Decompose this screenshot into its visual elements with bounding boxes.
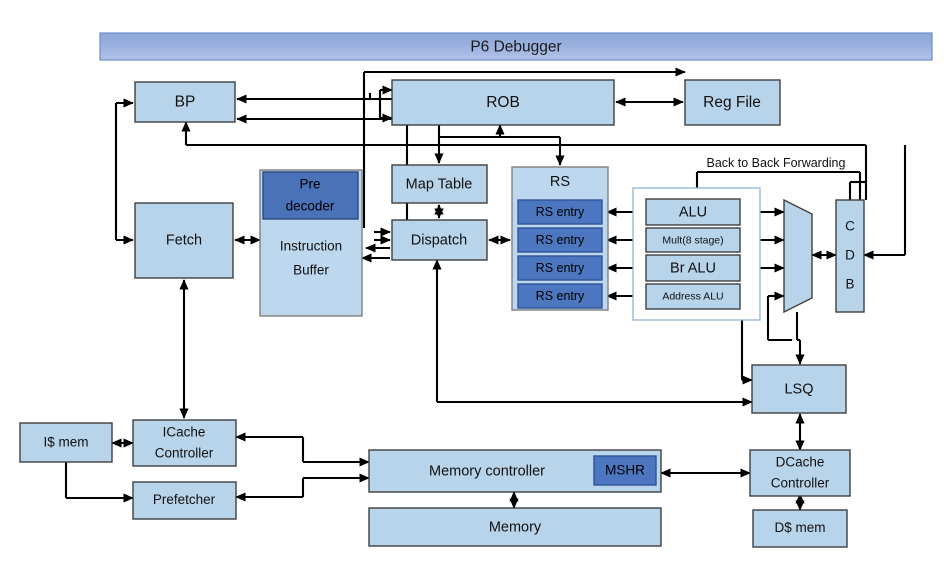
fu-mult-label: Mult(8 stage) (662, 234, 723, 246)
instruction-buffer-label-line2: Buffer (293, 263, 329, 278)
block-i-mem: I$ mem (19, 422, 113, 463)
i-mem-label: I$ mem (43, 435, 88, 450)
block-memory: Memory (368, 507, 662, 547)
block-reg-file: Reg File (684, 79, 781, 126)
block-dcache-controller: DCache Controller (749, 449, 851, 497)
cdb-letter-b: B (845, 277, 854, 292)
cdb-letter-d: D (845, 248, 855, 263)
block-fetch: Fetch (134, 202, 234, 279)
pre-decoder-label-line2: decoder (286, 199, 335, 214)
connector-prefetcher-memctrl (235, 473, 370, 502)
block-functional-units: ALU Mult(8 stage) Br ALU Address ALU (632, 187, 761, 321)
block-pre-decoder: Pre decoder (262, 171, 359, 220)
memory-controller-label: Memory controller (429, 463, 545, 479)
fu-br-alu-label: Br ALU (670, 260, 716, 276)
bp-label: BP (175, 94, 196, 111)
connector-imem-prefetcher (64, 462, 134, 503)
connector-icache-memctrl (235, 432, 370, 467)
back-to-back-forwarding-label: Back to Back Forwarding (707, 156, 846, 170)
dcache-controller-label-line1: DCache (776, 455, 825, 470)
connector-mux-lsq (795, 312, 805, 365)
pre-decoder-label-line1: Pre (299, 177, 320, 192)
d-mem-label: D$ mem (774, 520, 825, 535)
block-lsq: LSQ (751, 364, 847, 414)
dcache-controller-label-line2: Controller (771, 476, 830, 491)
rs-entry-0-label: RS entry (536, 205, 585, 219)
fetch-label: Fetch (166, 232, 202, 248)
block-bp: BP (134, 81, 236, 123)
cdb-letter-c: C (845, 219, 855, 234)
reg-file-label: Reg File (703, 94, 761, 111)
rs-label: RS (550, 174, 570, 190)
architecture-diagram: P6 Debugger Back to Back Forwarding BP R… (0, 0, 944, 561)
connector-cdb-right (863, 145, 907, 260)
lsq-label: LSQ (784, 381, 813, 397)
block-rs: RS RS entry RS entry RS entry RS entry (511, 166, 609, 311)
block-cdb: C D B (835, 199, 865, 313)
block-rob: ROB (391, 79, 615, 126)
block-result-mux (783, 198, 813, 314)
block-prefetcher: Prefetcher (132, 481, 237, 520)
rs-entry-3-label: RS entry (536, 289, 585, 303)
memory-label: Memory (489, 519, 542, 535)
block-memory-controller: Memory controller MSHR (368, 449, 662, 493)
fu-address-alu-label: Address ALU (662, 290, 723, 302)
rs-entry-2-label: RS entry (536, 261, 585, 275)
prefetcher-label: Prefetcher (153, 492, 216, 507)
title-bar: P6 Debugger (99, 32, 933, 61)
map-table-label: Map Table (406, 176, 473, 192)
block-icache-controller: ICache Controller (132, 419, 237, 467)
dispatch-label: Dispatch (411, 232, 467, 248)
connector-ib-dispatch (361, 227, 391, 263)
block-d-mem: D$ mem (752, 509, 848, 548)
rs-entry-1-label: RS entry (536, 233, 585, 247)
rob-label: ROB (486, 94, 520, 111)
connector-cdb-top (848, 180, 866, 200)
icache-controller-label-line2: Controller (155, 446, 214, 461)
mshr-label: MSHR (605, 463, 645, 478)
title-bar-label: P6 Debugger (470, 39, 561, 56)
diagram-canvas: P6 Debugger Back to Back Forwarding BP R… (19, 32, 933, 548)
fu-alu-label: ALU (679, 204, 707, 220)
connector-left-loop (114, 98, 134, 245)
block-map-table: Map Table (391, 164, 488, 204)
block-dispatch: Dispatch (391, 219, 488, 261)
instruction-buffer-label-line1: Instruction (280, 239, 342, 254)
icache-controller-label-line1: ICache (163, 425, 206, 440)
